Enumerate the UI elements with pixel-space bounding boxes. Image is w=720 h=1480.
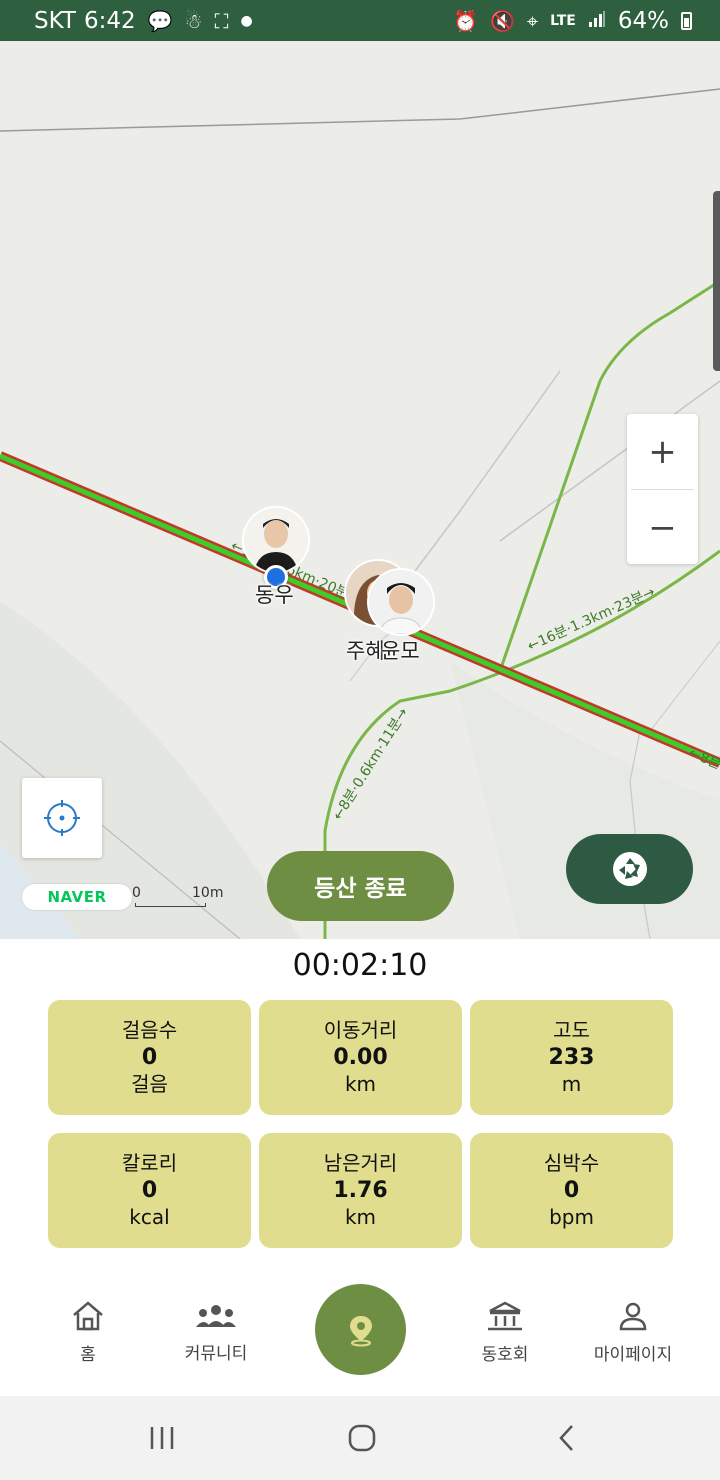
scale-start: 0 (132, 885, 141, 901)
stat-unit: bpm (549, 1205, 594, 1229)
scale-bar (135, 903, 206, 907)
trail-label-2: ←16분·1.3km·23분→ (525, 584, 658, 655)
stat-value: 0 (141, 1045, 158, 1070)
person-label-juhye: 주혜 (346, 639, 385, 663)
back-icon (559, 1425, 573, 1451)
camera-shutter-icon (612, 852, 647, 886)
clock: 6:42 (83, 7, 136, 34)
bottom-nav: 홈 커뮤니티 동호회 마이페이지 (0, 1268, 720, 1396)
stat-card-heartrate: 심박수 0 bpm (470, 1133, 673, 1248)
talk-icon: 💬 (147, 8, 173, 33)
crosshair-icon (44, 800, 80, 836)
stat-card-remaining: 남은거리 1.76 km (259, 1133, 462, 1248)
stat-value: 0 (141, 1178, 158, 1203)
home-button[interactable] (340, 1416, 384, 1460)
screenshot-icon: ⛶ (214, 8, 229, 33)
nav-label: 홈 (80, 1344, 96, 1365)
stat-card-calories: 칼로리 0 kcal (48, 1133, 251, 1248)
mute-icon: 🔇 (489, 8, 515, 33)
nav-item-home[interactable]: 홈 (58, 1268, 118, 1396)
battery-percent: 64% (617, 7, 669, 34)
person-label-yunmo: 윤모 (381, 639, 420, 663)
zoom-control: + − (627, 414, 698, 564)
signal-icon (588, 10, 606, 31)
stat-value: 233 (548, 1045, 595, 1070)
stat-unit: km (344, 1205, 377, 1229)
network-label: LTE (550, 12, 576, 29)
community-icon (196, 1304, 236, 1327)
nav-label: 커뮤니티 (184, 1343, 248, 1364)
back-button[interactable] (545, 1416, 589, 1460)
nav-item-hiking[interactable] (315, 1284, 406, 1375)
stat-label: 이동거리 (323, 1018, 398, 1042)
zoom-out-button[interactable]: − (627, 490, 698, 565)
battery-icon (681, 11, 692, 30)
scroll-handle[interactable] (713, 191, 720, 371)
nav-label: 동호회 (481, 1344, 529, 1365)
locate-button[interactable] (22, 778, 102, 858)
notification-icon: ☃ (184, 8, 203, 33)
stat-label: 남은거리 (323, 1151, 398, 1175)
map-view[interactable]: ←14분·0.6km·20분→ ←16분·1.3km·23분→ ←8분·0.6k… (0, 41, 720, 939)
stat-unit: 걸음 (131, 1072, 168, 1096)
nav-item-community[interactable]: 커뮤니티 (170, 1268, 262, 1396)
map-canvas: ←14분·0.6km·20분→ ←16분·1.3km·23분→ ←8분·0.6k… (0, 88, 720, 939)
avatar[interactable] (369, 570, 433, 634)
nav-item-mypage[interactable]: 마이페이지 (580, 1268, 686, 1396)
road-line (0, 88, 720, 132)
stats-grid: 걸음수 0 걸음 이동거리 0.00 km 고도 233 m 칼로리 0 kca… (48, 1000, 673, 1248)
stat-label: 심박수 (543, 1151, 600, 1175)
nav-item-club[interactable]: 동호회 (470, 1268, 540, 1396)
person-label-donggu: 동우 (255, 583, 294, 607)
stat-label: 고도 (553, 1018, 590, 1042)
status-bar: SKT 6:42 💬 ☃ ⛶ ● ⏰ 🔇 ⌖ LTE 64% (0, 0, 720, 41)
stat-value: 0 (563, 1178, 580, 1203)
person-icon (619, 1302, 647, 1330)
trail-label-3: ←8분·0.6km·11분→ (330, 705, 412, 823)
dot-icon: ● (240, 12, 253, 29)
camera-button[interactable] (566, 834, 693, 904)
stat-card-distance: 이동거리 0.00 km (259, 1000, 462, 1115)
alarm-icon: ⏰ (453, 8, 478, 33)
stat-card-altitude: 고도 233 m (470, 1000, 673, 1115)
avatar[interactable] (244, 508, 308, 572)
stat-card-steps: 걸음수 0 걸음 (48, 1000, 251, 1115)
trail-label-4: ←8분 (686, 745, 720, 773)
stat-value: 1.76 (333, 1178, 388, 1203)
stat-unit: km (344, 1072, 377, 1096)
map-pin-icon (349, 1315, 372, 1346)
stat-label: 걸음수 (121, 1018, 178, 1042)
carrier-label: SKT (34, 7, 76, 34)
stat-label: 칼로리 (121, 1151, 178, 1175)
home-circle-icon (348, 1424, 376, 1452)
stat-value: 0.00 (333, 1045, 388, 1070)
location-icon: ⌖ (526, 8, 539, 33)
map-scale: 0 10m (130, 885, 230, 909)
stat-unit: kcal (129, 1205, 170, 1229)
zoom-in-button[interactable]: + (627, 414, 698, 489)
stat-unit: m (561, 1072, 582, 1096)
club-icon (488, 1301, 522, 1330)
elapsed-timer: 00:02:10 (292, 948, 428, 983)
recent-apps-icon (150, 1427, 174, 1449)
nav-label: 마이페이지 (593, 1344, 673, 1365)
scale-end: 10m (192, 885, 224, 901)
recent-apps-button[interactable] (140, 1416, 184, 1460)
system-nav-bar (0, 1396, 720, 1480)
home-icon (73, 1300, 103, 1330)
naver-logo: NAVER (22, 884, 132, 910)
end-hiking-button[interactable]: 등산 종료 (267, 851, 454, 921)
